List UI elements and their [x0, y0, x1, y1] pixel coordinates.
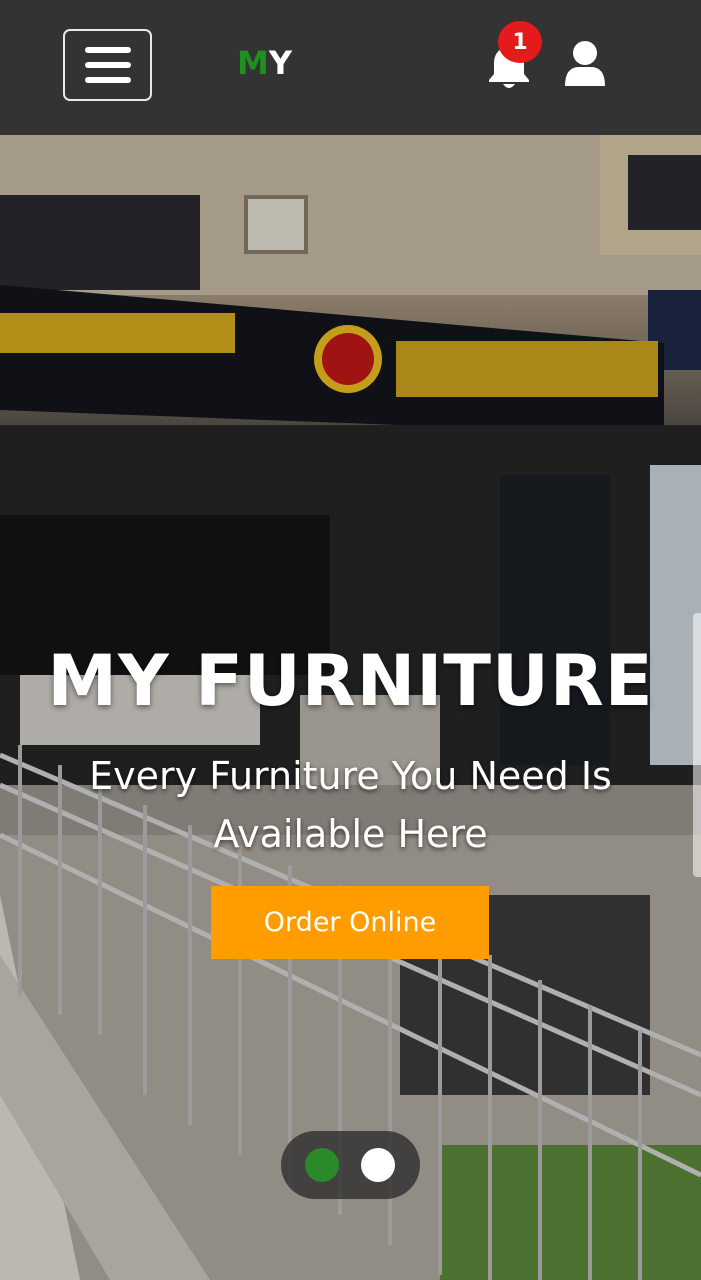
- menu-icon-bar: [84, 77, 131, 83]
- notification-badge: 1: [498, 21, 542, 63]
- menu-icon-bar: [84, 62, 131, 68]
- user-icon: [565, 41, 605, 86]
- account-button[interactable]: [563, 40, 607, 88]
- hero-title: MY FURNITURE: [47, 640, 654, 722]
- order-online-button[interactable]: Order Online: [211, 886, 489, 959]
- hero-banner: MY FURNITURE Every Furniture You Need Is…: [0, 135, 701, 1280]
- hero-subtitle: Every Furniture You Need Is Available He…: [89, 754, 612, 856]
- top-navbar: MY 1: [0, 0, 701, 135]
- carousel-dot-2[interactable]: [361, 1148, 395, 1182]
- carousel-dot-1[interactable]: [305, 1148, 339, 1182]
- brand-letter-y: Y: [268, 44, 293, 82]
- brand-logo[interactable]: MY: [237, 44, 292, 82]
- carousel-indicators: [281, 1131, 420, 1199]
- edge-drawer-handle[interactable]: [693, 613, 701, 877]
- brand-letter-m: M: [237, 44, 269, 82]
- menu-button[interactable]: [63, 29, 152, 101]
- menu-icon-bar: [84, 47, 131, 53]
